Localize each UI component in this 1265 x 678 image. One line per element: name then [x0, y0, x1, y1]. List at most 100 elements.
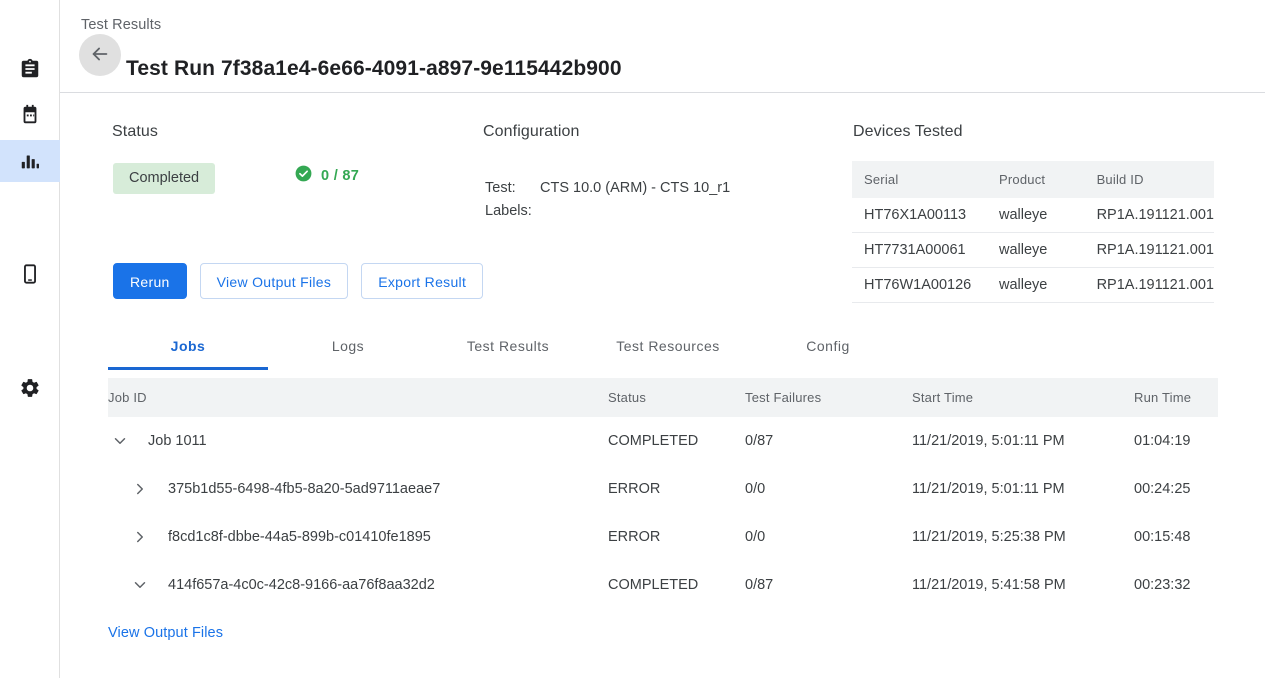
- sidebar-item-test-suites[interactable]: [0, 48, 60, 90]
- tab-config[interactable]: Config: [748, 325, 908, 370]
- device-serial: HT7731A00061: [852, 233, 987, 268]
- config-row-labels: Labels:: [485, 200, 730, 223]
- job-status: COMPLETED: [608, 561, 745, 609]
- device-build-id: RP1A.191121.001: [1085, 268, 1214, 303]
- job-test-failures: 0/87: [745, 417, 912, 465]
- export-result-button[interactable]: Export Result: [361, 263, 483, 299]
- job-id-label: f8cd1c8f-dbbe-44a5-899b-c01410fe1895: [168, 529, 431, 545]
- job-run-time: 00:15:48: [1134, 513, 1218, 561]
- clipboard-icon: [19, 58, 41, 80]
- sidebar-item-schedules[interactable]: [0, 94, 60, 136]
- config-value-test: CTS 10.0 (ARM) - CTS 10_r1: [540, 177, 730, 200]
- table-row: View Output Files: [108, 609, 1218, 657]
- device-product: walleye: [987, 268, 1085, 303]
- arrow-left-icon: [89, 43, 111, 68]
- jobs-column-start-time: Start Time: [912, 378, 1134, 417]
- sidebar-item-settings[interactable]: [0, 367, 60, 409]
- check-circle-icon: [294, 164, 313, 188]
- jobs-table: Job ID Status Test Failures Start Time R…: [108, 378, 1218, 657]
- jobs-column-run-time: Run Time: [1134, 378, 1218, 417]
- job-id-label: 375b1d55-6498-4fb5-8a20-5ad9711aeae7: [168, 481, 440, 497]
- config-key-test: Test:: [485, 177, 540, 200]
- job-start-time: 11/21/2019, 5:01:11 PM: [912, 465, 1134, 513]
- table-row: HT76W1A00126 walleye RP1A.191121.001: [852, 268, 1214, 303]
- jobs-column-test-failures: Test Failures: [745, 378, 912, 417]
- job-id-cell: f8cd1c8f-dbbe-44a5-899b-c01410fe1895: [108, 513, 608, 561]
- empty-cell: [608, 609, 745, 657]
- status-section-title: Status: [112, 123, 158, 141]
- configuration-rows: Test: CTS 10.0 (ARM) - CTS 10_r1 Labels:: [485, 177, 730, 223]
- page-title: Test Run 7f38a1e4-6e66-4091-a897-9e11544…: [126, 57, 622, 81]
- job-id-label: 414f657a-4c0c-42c8-9166-aa76f8aa32d2: [168, 577, 435, 593]
- config-row-test: Test: CTS 10.0 (ARM) - CTS 10_r1: [485, 177, 730, 200]
- table-row[interactable]: 414f657a-4c0c-42c8-9166-aa76f8aa32d2 COM…: [108, 561, 1218, 609]
- job-status: ERROR: [608, 513, 745, 561]
- test-run-detail-page: Test Results Test Run 7f38a1e4-6e66-4091…: [0, 0, 1265, 678]
- job-test-failures: 0/87: [745, 561, 912, 609]
- job-id-cell: 414f657a-4c0c-42c8-9166-aa76f8aa32d2: [108, 561, 608, 609]
- job-status: COMPLETED: [608, 417, 745, 465]
- tab-jobs[interactable]: Jobs: [108, 325, 268, 370]
- devices-section-title: Devices Tested: [853, 123, 963, 141]
- job-status: ERROR: [608, 465, 745, 513]
- devices-column-build-id: Build ID: [1085, 161, 1214, 198]
- tab-test-results[interactable]: Test Results: [428, 325, 588, 370]
- page-content: Status Completed 0 / 87 Rerun View Outpu…: [60, 93, 1265, 678]
- page-header: Test Results Test Run 7f38a1e4-6e66-4091…: [60, 0, 1265, 93]
- device-serial: HT76X1A00113: [852, 198, 987, 233]
- chevron-right-icon[interactable]: [128, 477, 152, 501]
- device-serial: HT76W1A00126: [852, 268, 987, 303]
- job-id-label: Job 1011: [148, 433, 207, 449]
- job-start-time: 11/21/2019, 5:25:38 PM: [912, 513, 1134, 561]
- chevron-down-icon[interactable]: [108, 429, 132, 453]
- tab-bar: Jobs Logs Test Results Test Resources Co…: [108, 325, 1218, 370]
- device-product: walleye: [987, 233, 1085, 268]
- chevron-right-icon[interactable]: [128, 525, 152, 549]
- job-cell: Job 1011: [108, 429, 608, 453]
- config-key-labels: Labels:: [485, 200, 540, 223]
- job-id-cell: Job 1011: [108, 417, 608, 465]
- tab-logs[interactable]: Logs: [268, 325, 428, 370]
- sidebar-item-test-results[interactable]: [0, 140, 60, 182]
- devices-table-header-row: Serial Product Build ID: [852, 161, 1214, 198]
- left-nav-sidebar: [0, 0, 60, 678]
- empty-cell: [912, 609, 1134, 657]
- bar-chart-icon: [19, 150, 41, 172]
- job-cell: f8cd1c8f-dbbe-44a5-899b-c01410fe1895: [108, 525, 608, 549]
- status-badge: Completed: [113, 163, 215, 194]
- tab-test-resources[interactable]: Test Resources: [588, 325, 748, 370]
- phone-icon: [19, 263, 41, 285]
- job-test-failures: 0/0: [745, 465, 912, 513]
- devices-table: Serial Product Build ID HT76X1A00113 wal…: [852, 161, 1214, 303]
- device-build-id: RP1A.191121.001: [1085, 198, 1214, 233]
- jobs-column-status: Status: [608, 378, 745, 417]
- table-row[interactable]: Job 1011 COMPLETED 0/87 11/21/2019, 5:01…: [108, 417, 1218, 465]
- jobs-column-job-id: Job ID: [108, 378, 608, 417]
- pass-count: 0 / 87: [321, 168, 359, 184]
- devices-column-product: Product: [987, 161, 1085, 198]
- back-button[interactable]: [79, 34, 121, 76]
- table-row[interactable]: 375b1d55-6498-4fb5-8a20-5ad9711aeae7 ERR…: [108, 465, 1218, 513]
- job-cell: 414f657a-4c0c-42c8-9166-aa76f8aa32d2: [108, 573, 608, 597]
- breadcrumb[interactable]: Test Results: [81, 17, 161, 33]
- jobs-table-header-row: Job ID Status Test Failures Start Time R…: [108, 378, 1218, 417]
- device-product: walleye: [987, 198, 1085, 233]
- action-button-row: Rerun View Output Files Export Result: [113, 263, 483, 299]
- calendar-icon: [19, 104, 41, 126]
- gear-icon: [19, 377, 41, 399]
- job-id-cell: 375b1d55-6498-4fb5-8a20-5ad9711aeae7: [108, 465, 608, 513]
- table-row: HT7731A00061 walleye RP1A.191121.001: [852, 233, 1214, 268]
- chevron-down-icon[interactable]: [128, 573, 152, 597]
- sidebar-item-devices[interactable]: [0, 253, 60, 295]
- empty-cell: [1134, 609, 1218, 657]
- table-row: HT76X1A00113 walleye RP1A.191121.001: [852, 198, 1214, 233]
- view-output-files-button[interactable]: View Output Files: [200, 263, 349, 299]
- job-run-time: 00:24:25: [1134, 465, 1218, 513]
- rerun-button[interactable]: Rerun: [113, 263, 187, 299]
- job-start-time: 11/21/2019, 5:01:11 PM: [912, 417, 1134, 465]
- job-run-time: 00:23:32: [1134, 561, 1218, 609]
- job-start-time: 11/21/2019, 5:41:58 PM: [912, 561, 1134, 609]
- pass-summary: 0 / 87: [294, 164, 359, 188]
- table-row[interactable]: f8cd1c8f-dbbe-44a5-899b-c01410fe1895 ERR…: [108, 513, 1218, 561]
- view-output-files-link[interactable]: View Output Files: [108, 625, 223, 641]
